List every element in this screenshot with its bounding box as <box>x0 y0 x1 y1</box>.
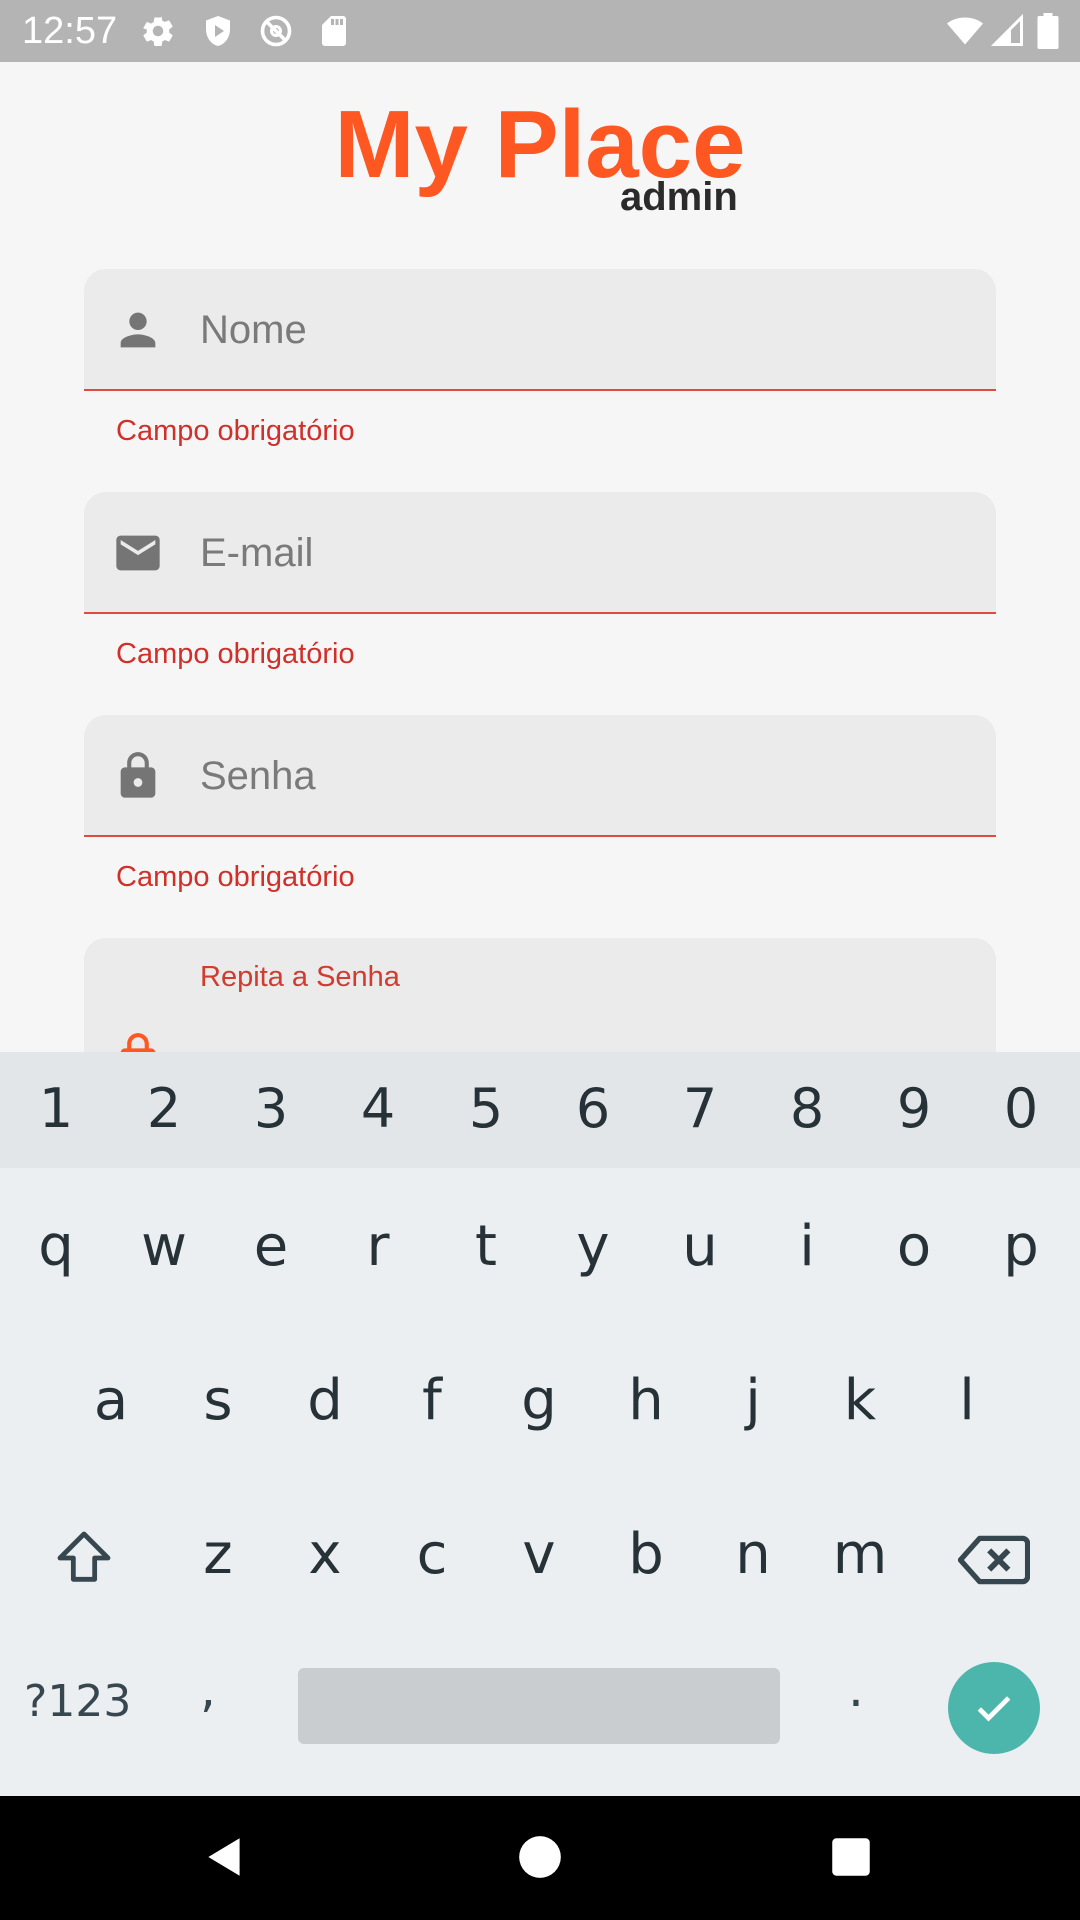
back-icon[interactable] <box>200 1832 250 1882</box>
key-f[interactable]: f <box>382 1366 482 1436</box>
key-v[interactable]: v <box>489 1520 589 1590</box>
sd-card-icon <box>322 16 346 46</box>
password-field[interactable]: Senha <box>84 715 996 837</box>
number-row: 1 2 3 4 5 6 7 8 9 0 <box>0 1052 1080 1168</box>
key-r[interactable]: r <box>328 1212 428 1282</box>
vpn-icon <box>260 15 292 47</box>
shield-icon <box>206 16 230 46</box>
key-y[interactable]: y <box>543 1212 643 1282</box>
key-b[interactable]: b <box>596 1520 696 1590</box>
key-0[interactable]: 0 <box>971 1074 1071 1144</box>
key-8[interactable]: 8 <box>757 1074 857 1144</box>
repeat-password-label: Repita a Senha <box>200 961 400 993</box>
key-9[interactable]: 9 <box>864 1074 964 1144</box>
recents-icon[interactable] <box>826 1832 876 1882</box>
shift-icon[interactable] <box>52 1526 116 1590</box>
key-a[interactable]: a <box>61 1366 161 1436</box>
email-placeholder: E-mail <box>200 531 314 575</box>
battery-icon <box>1037 13 1059 49</box>
key-l[interactable]: l <box>917 1366 1017 1436</box>
comma-key[interactable]: , <box>200 1660 216 1718</box>
navigation-bar <box>0 1796 1080 1920</box>
symbols-key[interactable]: ?123 <box>24 1674 131 1730</box>
lock-icon <box>120 1033 156 1052</box>
key-k[interactable]: k <box>810 1366 910 1436</box>
key-w[interactable]: w <box>114 1212 214 1282</box>
home-icon[interactable] <box>515 1832 565 1882</box>
status-bar: 12:57 <box>0 0 1080 62</box>
name-error: Campo obrigatório <box>116 415 355 447</box>
name-field[interactable]: Nome <box>84 269 996 391</box>
key-u[interactable]: u <box>650 1212 750 1282</box>
key-m[interactable]: m <box>810 1520 910 1590</box>
key-6[interactable]: 6 <box>543 1074 643 1144</box>
key-q[interactable]: q <box>6 1212 106 1282</box>
soft-keyboard: 1 2 3 4 5 6 7 8 9 0 q w e r t y u i o p … <box>0 1052 1080 1796</box>
key-c[interactable]: c <box>382 1520 482 1590</box>
gear-icon <box>143 16 173 47</box>
key-j[interactable]: j <box>703 1366 803 1436</box>
key-i[interactable]: i <box>757 1212 857 1282</box>
app-subtitle: admin <box>620 175 738 219</box>
key-t[interactable]: t <box>436 1212 536 1282</box>
signal-icon <box>990 13 1023 46</box>
person-icon <box>120 312 156 348</box>
key-5[interactable]: 5 <box>436 1074 536 1144</box>
repeat-password-field[interactable]: Repita a Senha <box>84 938 996 1052</box>
enter-button[interactable] <box>948 1662 1040 1754</box>
key-7[interactable]: 7 <box>650 1074 750 1144</box>
app-title: My Place <box>334 91 746 198</box>
key-1[interactable]: 1 <box>6 1074 106 1144</box>
key-g[interactable]: g <box>489 1366 589 1436</box>
wifi-icon <box>947 17 983 45</box>
password-placeholder: Senha <box>200 754 316 798</box>
lock-icon <box>120 752 156 798</box>
email-error: Campo obrigatório <box>116 638 355 670</box>
key-s[interactable]: s <box>168 1366 268 1436</box>
email-field[interactable]: E-mail <box>84 492 996 614</box>
key-3[interactable]: 3 <box>221 1074 321 1144</box>
backspace-icon[interactable] <box>958 1532 1030 1588</box>
key-d[interactable]: d <box>275 1366 375 1436</box>
key-z[interactable]: z <box>168 1520 268 1590</box>
period-key[interactable]: . <box>848 1660 864 1718</box>
key-x[interactable]: x <box>275 1520 375 1590</box>
email-icon <box>116 535 160 571</box>
key-2[interactable]: 2 <box>114 1074 214 1144</box>
key-e[interactable]: e <box>221 1212 321 1282</box>
password-error: Campo obrigatório <box>116 861 355 893</box>
key-4[interactable]: 4 <box>328 1074 428 1144</box>
check-icon <box>977 1696 1011 1722</box>
key-n[interactable]: n <box>703 1520 803 1590</box>
status-time: 12:57 <box>22 10 118 52</box>
key-h[interactable]: h <box>596 1366 696 1436</box>
space-bar[interactable] <box>298 1668 780 1744</box>
key-p[interactable]: p <box>971 1212 1071 1282</box>
name-placeholder: Nome <box>200 308 307 352</box>
key-o[interactable]: o <box>864 1212 964 1282</box>
signup-screen: My Place admin Nome Campo obrigatório E-… <box>0 62 1080 1052</box>
